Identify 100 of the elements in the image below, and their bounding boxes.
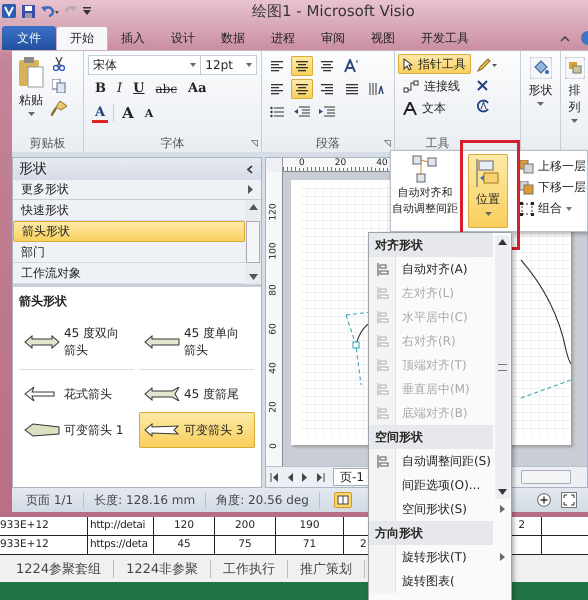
fit-page-icon[interactable]: [560, 492, 577, 508]
pencil-icon[interactable]: [477, 58, 497, 72]
undo-icon[interactable]: [41, 5, 59, 17]
shape-item[interactable]: 花式箭头: [19, 376, 135, 412]
save-icon[interactable]: [22, 4, 35, 18]
font-color-button[interactable]: A: [92, 103, 108, 123]
paste-button[interactable]: 粘贴: [15, 55, 47, 135]
connector-icon: [403, 80, 419, 92]
shape-item[interactable]: 45 度箭尾: [139, 376, 255, 412]
dropdown-caret-icon: [246, 63, 252, 67]
arrange-button[interactable]: 排列: [561, 51, 588, 125]
scrollbar[interactable]: [495, 235, 510, 499]
first-page-icon[interactable]: [270, 472, 278, 482]
position-button[interactable]: 位置: [468, 154, 508, 228]
dialog-launcher-icon[interactable]: [384, 140, 391, 147]
table-cell: http://detai: [88, 517, 154, 535]
zoom-in-icon[interactable]: [536, 493, 551, 507]
collapse-ribbon-icon[interactable]: [560, 34, 570, 42]
scrollbar-thumb[interactable]: [521, 470, 571, 484]
stencil-item[interactable]: 快速形状: [13, 200, 245, 221]
underline-button[interactable]: U: [130, 79, 148, 98]
paragraph-format-button[interactable]: [291, 79, 313, 99]
menu-item[interactable]: 自动对齐(A): [369, 257, 493, 281]
shapes-button[interactable]: 形状: [521, 51, 560, 108]
arrow-shape-icon: [144, 387, 180, 401]
scroll-down-icon[interactable]: [248, 274, 258, 280]
shape-item[interactable]: 可变箭头 1: [19, 412, 135, 448]
ribbon-tab[interactable]: 数据: [208, 26, 258, 50]
format-painter-icon[interactable]: [51, 101, 67, 116]
align-icon: [376, 310, 388, 324]
table-cell: 45: [154, 536, 215, 554]
copy-icon[interactable]: [52, 79, 66, 93]
shape-item[interactable]: 45 度双向箭头: [19, 314, 135, 370]
scroll-up-icon[interactable]: [248, 204, 258, 210]
tool-button[interactable]: 文本: [398, 98, 471, 118]
ribbon-tab[interactable]: 设计: [158, 26, 208, 50]
ribbon-tab[interactable]: 插入: [108, 26, 158, 50]
section-title: 箭头形状: [19, 293, 68, 310]
ribbon-tab[interactable]: 开发工具: [408, 26, 482, 50]
paragraph-format-button[interactable]: [291, 56, 313, 76]
stencil-item[interactable]: 箭头形状: [13, 221, 245, 242]
arrange-item[interactable]: 下移一层: [520, 179, 586, 196]
font-name-field[interactable]: 宋体: [88, 55, 202, 75]
arrange-icon: [564, 57, 584, 79]
shape-item[interactable]: 可变箭头 3: [139, 412, 255, 448]
bold-button[interactable]: B: [92, 79, 109, 98]
scrollbar-thumb[interactable]: [246, 221, 260, 263]
scrollbar[interactable]: [245, 200, 261, 284]
layer-icon: [520, 160, 534, 174]
scissors-icon[interactable]: [53, 57, 65, 71]
sheet-tab[interactable]: 工作执行: [211, 560, 288, 578]
sheet-tab[interactable]: 1224参聚套组: [4, 560, 114, 578]
menu-item[interactable]: 旋转图表(: [369, 569, 493, 593]
stencil-item[interactable]: 工作流对象: [13, 263, 245, 284]
shape-item[interactable]: 45 度单向箭头: [139, 314, 255, 370]
arrange-item[interactable]: 上移一层: [520, 158, 586, 175]
menu-item[interactable]: 自动调整间距(S): [369, 449, 493, 473]
ribbon-tab[interactable]: 审阅: [308, 26, 358, 50]
ribbon-tab[interactable]: 视图: [358, 26, 408, 50]
stencil-item[interactable]: 部门: [13, 242, 245, 263]
table-cell: 120: [154, 517, 215, 535]
view-icon[interactable]: [334, 492, 352, 508]
status-text: 角度: 20.56 deg: [206, 492, 320, 508]
previous-page-icon[interactable]: [287, 472, 293, 482]
rotate-text-icon[interactable]: [477, 99, 490, 113]
scrollbar-grip-icon[interactable]: [498, 364, 507, 370]
font-size-field[interactable]: 12pt: [201, 55, 257, 75]
ribbon-tab[interactable]: 进程: [258, 26, 308, 50]
last-page-icon[interactable]: [317, 472, 325, 482]
align-lines-icon: [319, 60, 335, 72]
grow-font-button[interactable]: A: [119, 102, 137, 124]
clipboard-icon: [18, 57, 44, 89]
table-cell: 200: [215, 517, 276, 535]
menu-item[interactable]: 间距选项(O)...: [369, 473, 493, 497]
group-label: 剪贴板: [30, 135, 66, 152]
ribbon-tab[interactable]: 开始: [56, 26, 108, 50]
change-case-button[interactable]: Aa: [185, 79, 210, 98]
italic-button[interactable]: I: [114, 79, 126, 98]
tool-button[interactable]: 连接线: [398, 76, 471, 96]
indent-icon: [319, 106, 335, 118]
submenu-arrow-icon: [500, 505, 505, 513]
close-icon[interactable]: [477, 80, 488, 91]
customize-icon[interactable]: [83, 6, 91, 16]
shrink-font-button[interactable]: A: [142, 104, 156, 122]
collapse-icon[interactable]: [247, 164, 253, 174]
dialog-launcher-icon[interactable]: [251, 140, 258, 147]
table-cell: 190: [276, 517, 344, 535]
file-tab[interactable]: 文件: [2, 26, 56, 50]
arrange-item[interactable]: 组合: [520, 200, 586, 217]
bullets-icon: [270, 106, 284, 118]
sheet-tab[interactable]: 1224非参聚: [114, 560, 212, 578]
sheet-tab[interactable]: 推广策划: [288, 560, 366, 578]
table-cell: 933E+12: [0, 517, 88, 535]
tool-button[interactable]: 指针工具: [398, 54, 471, 74]
page-tab[interactable]: 页-1: [333, 468, 371, 486]
scroll-up-icon[interactable]: [498, 239, 507, 245]
next-page-icon[interactable]: [302, 472, 308, 482]
arrow-shape-icon: [24, 335, 60, 349]
strikethrough-button[interactable]: abc: [152, 80, 180, 98]
more-shapes-item[interactable]: 更多形状: [13, 180, 261, 200]
